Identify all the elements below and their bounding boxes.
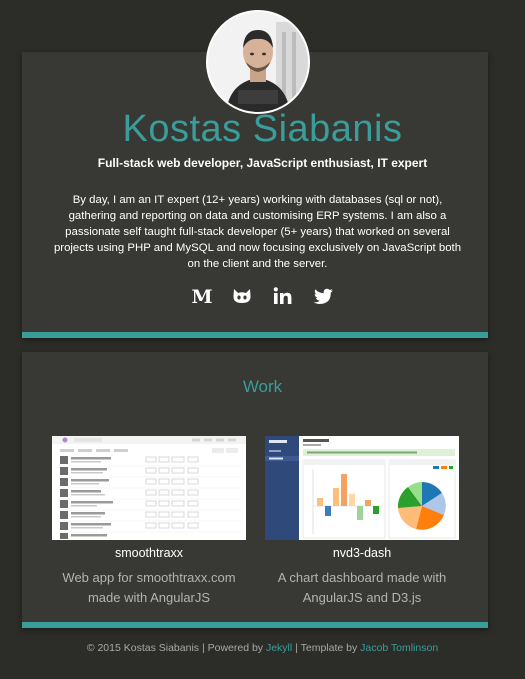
github-icon[interactable] — [231, 286, 253, 306]
project-thumbnail-smoothtraxx[interactable] — [52, 436, 246, 540]
profile-avatar — [206, 10, 310, 114]
project-description: Web app for smoothtraxx.com made with An… — [62, 570, 236, 605]
project-card-smoothtraxx: smoothtraxx Web app for smoothtraxx.com … — [52, 436, 246, 608]
footer-template-text: | Template by — [292, 642, 361, 654]
footer-copyright: © 2015 Kostas Siabanis | Powered by — [86, 642, 266, 654]
project-thumbnail-nvd3-dash[interactable] — [265, 436, 459, 540]
profile-name: Kostas Siabanis — [122, 108, 403, 150]
profile-tagline: Full-stack web developer, JavaScript ent… — [97, 156, 428, 170]
twitter-icon[interactable] — [312, 286, 334, 306]
project-name: smoothtraxx — [114, 546, 184, 560]
linkedin-icon[interactable] — [272, 286, 294, 306]
work-section-title: Work — [242, 377, 283, 396]
site-footer: © 2015 Kostas Siabanis | Powered by Jeky… — [0, 642, 525, 654]
project-card-nvd3-dash: nvd3-dash A chart dashboard made with An… — [265, 436, 459, 608]
profile-bio: By day, I am an IT expert (12+ years) wo… — [53, 194, 462, 270]
social-links: M — [0, 286, 525, 306]
project-description: A chart dashboard made with AngularJS an… — [277, 570, 447, 605]
project-name: nvd3-dash — [332, 546, 392, 560]
svg-text:M: M — [191, 286, 212, 306]
footer-jekyll-link[interactable]: Jekyll — [266, 642, 292, 654]
medium-icon[interactable]: M — [191, 286, 213, 306]
footer-author-link[interactable]: Jacob Tomlinson — [360, 642, 438, 654]
about-card-accent-bar — [22, 332, 488, 338]
work-card-accent-bar — [22, 622, 488, 628]
